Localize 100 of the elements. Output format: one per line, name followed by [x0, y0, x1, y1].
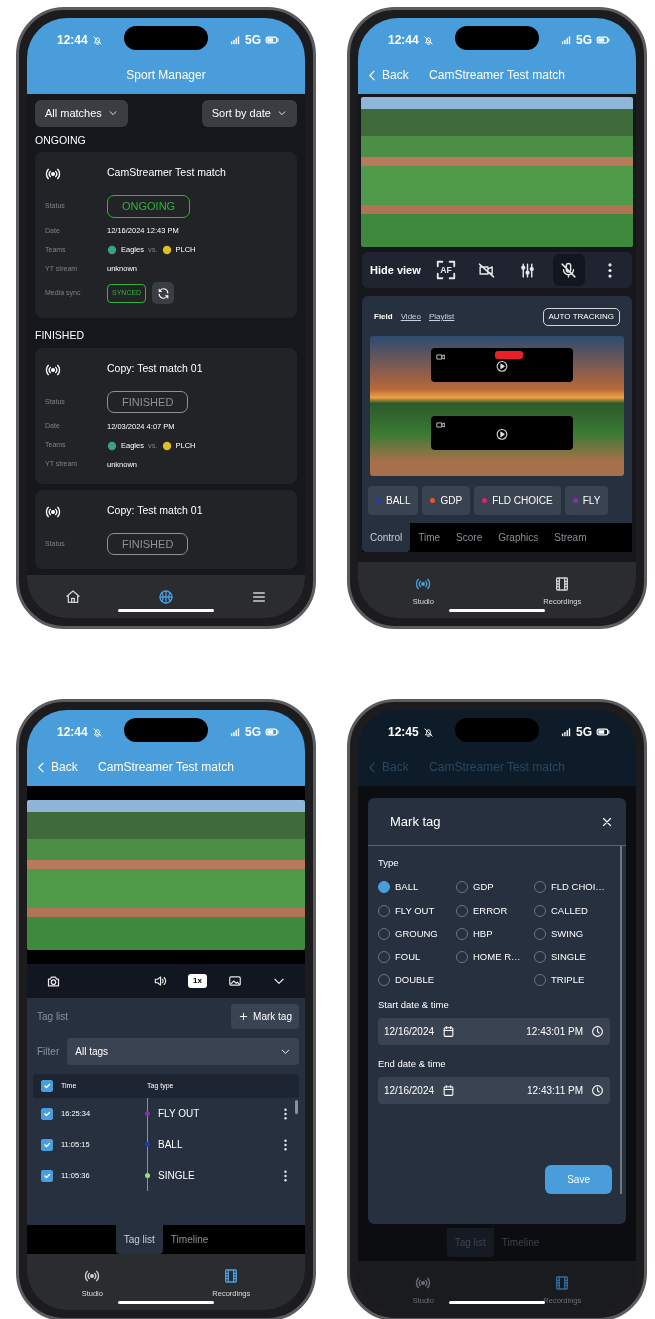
tag-type-cell-text: BALL — [158, 1138, 183, 1152]
option-label: HBP — [473, 926, 493, 941]
hide-view-label: Hide view — [370, 262, 421, 278]
match-title: Copy: Test match 01 — [107, 361, 203, 377]
radio-button[interactable] — [378, 881, 390, 894]
battery-icon — [265, 33, 279, 47]
tag-type-cell-text: FLY OUT — [158, 1107, 200, 1121]
calendar-icon — [442, 1024, 456, 1038]
toolbar-button[interactable] — [552, 254, 585, 286]
team-logo-icon — [161, 244, 172, 255]
calendar-icon — [442, 1084, 456, 1097]
option-label: HOME R… — [473, 950, 521, 964]
time-value: 12:43:01 PM — [526, 1024, 583, 1039]
broadcast-icon — [84, 1268, 101, 1284]
status-time: 12:44 — [57, 724, 88, 741]
tag-button[interactable]: FLY — [564, 486, 609, 515]
option-label: SWING — [551, 926, 584, 941]
more-icon — [283, 1107, 287, 1120]
row-checkbox[interactable] — [41, 1138, 53, 1151]
option-label: SINGLE — [551, 950, 586, 964]
tab[interactable]: Control — [362, 523, 411, 552]
volume-icon — [153, 974, 168, 988]
team-logo-icon — [107, 440, 117, 451]
signal-icon — [561, 726, 572, 738]
network-label: 5G — [245, 724, 261, 741]
section-title: FINISHED — [34, 328, 85, 344]
more-icon — [283, 1138, 287, 1151]
home-icon — [65, 589, 82, 605]
film-icon — [554, 1275, 571, 1291]
dropdown-button[interactable]: Sort by date — [201, 100, 297, 127]
date-time-field[interactable]: 12/16/2024 12:43:01 PM — [378, 1017, 610, 1045]
tab[interactable]: Timeline — [162, 1225, 217, 1254]
field-label: End date & time — [378, 1056, 447, 1071]
team-logo-icon — [161, 440, 172, 451]
view-tab[interactable]: Video — [400, 311, 421, 323]
select-all-checkbox[interactable] — [41, 1080, 53, 1092]
row-checkbox[interactable] — [41, 1169, 53, 1182]
more-icon — [608, 261, 612, 279]
refresh-icon — [156, 286, 170, 300]
video-camera-icon — [435, 420, 446, 430]
auto-tracking-button[interactable]: AUTO TRACKING — [542, 308, 620, 326]
tab[interactable]: Tag list — [115, 1225, 163, 1254]
signal-icon — [230, 726, 241, 738]
tab[interactable]: Time — [410, 523, 449, 552]
live-indicator — [494, 351, 523, 359]
nav-tab[interactable] — [158, 589, 174, 605]
video-camera-icon — [435, 352, 446, 362]
camera-view[interactable] — [430, 348, 574, 382]
signal-icon — [561, 34, 572, 46]
match-title: Copy: Test match 01 — [107, 503, 203, 519]
dropdown-button[interactable]: All matches — [35, 100, 128, 127]
signal-icon — [230, 34, 241, 46]
speed-button[interactable]: 1x — [188, 974, 207, 988]
ball-icon — [158, 589, 174, 605]
broadcast-icon — [415, 1275, 432, 1291]
tag-button[interactable]: FLD CHOICE — [474, 486, 561, 515]
option-label: FLD CHOI… — [551, 880, 605, 895]
option-label: FLY OUT — [395, 903, 435, 918]
more-icon — [283, 1169, 287, 1182]
refresh-button[interactable] — [152, 282, 175, 305]
mic-off-icon — [560, 261, 578, 279]
field-label: Start date & time — [378, 997, 450, 1012]
tab[interactable]: Graphics — [490, 523, 547, 552]
bell-slash-icon — [422, 34, 434, 46]
status-label: ONGOING — [107, 195, 191, 218]
status-time: 12:44 — [388, 32, 419, 49]
screen-title: CamStreamer Test match — [98, 759, 234, 776]
bell-slash-icon — [91, 34, 103, 46]
option-label: TRIPLE — [551, 973, 585, 988]
date-time-field[interactable]: 12/16/2024 12:43:11 PM — [378, 1077, 610, 1104]
clock-icon — [591, 1024, 604, 1038]
nav-tab[interactable] — [65, 589, 82, 605]
tag-button[interactable]: BALL — [368, 486, 419, 515]
tab[interactable]: Score — [448, 523, 491, 552]
match-title: CamStreamer Test match — [107, 165, 226, 181]
team-logo-icon — [107, 244, 117, 255]
tag-button[interactable]: GDP — [422, 486, 471, 515]
view-tab[interactable]: Playlist — [429, 311, 455, 323]
image-icon — [228, 974, 242, 988]
film-icon — [223, 1268, 240, 1284]
network-label: 5G — [576, 32, 592, 49]
camera-off-icon — [478, 261, 496, 279]
battery-icon — [265, 725, 279, 739]
view-tab[interactable]: Field — [374, 311, 393, 323]
bell-slash-icon — [422, 726, 434, 738]
broadcast-icon — [45, 166, 61, 182]
status-label: FINISHED — [107, 390, 189, 414]
nav-tab[interactable] — [250, 589, 267, 605]
option-label: DOUBLE — [395, 973, 435, 988]
mark-tag-button[interactable]: Mark tag — [231, 1004, 299, 1029]
section-title: ONGOING — [34, 132, 87, 148]
tab[interactable]: Stream — [546, 523, 595, 552]
option-label: FOUL — [395, 950, 421, 964]
row-checkbox[interactable] — [41, 1107, 53, 1120]
option-label: GDP — [473, 880, 494, 895]
filter-select[interactable]: All tags — [67, 1038, 299, 1065]
play-icon — [495, 359, 509, 373]
bell-slash-icon — [91, 726, 103, 738]
camera-view[interactable] — [430, 416, 574, 450]
network-label: 5G — [576, 724, 592, 741]
